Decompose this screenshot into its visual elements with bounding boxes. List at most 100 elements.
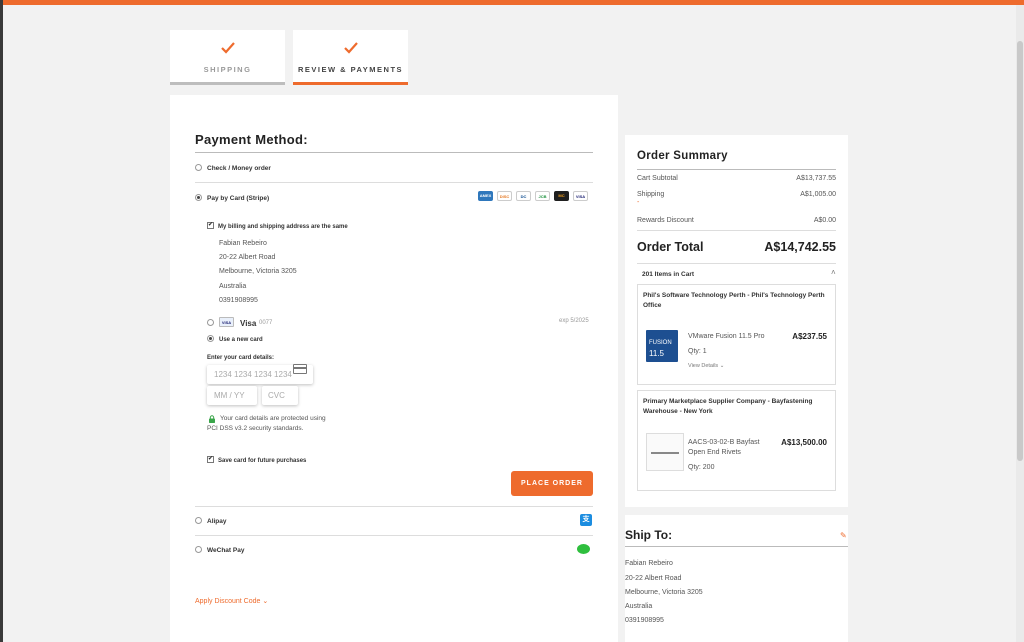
- product-qty: Qty: 1: [688, 348, 707, 355]
- product-name: VMware Fusion 11.5 Pro: [688, 333, 765, 340]
- divider: [637, 263, 836, 264]
- mastercard-icon: MC: [554, 191, 569, 201]
- ship-to-panel: Ship To: ✎ Fabian Rebeiro 20-22 Albert R…: [625, 515, 848, 642]
- billing-same-label[interactable]: My billing and shipping address are the …: [218, 224, 348, 230]
- wechat-icon: [577, 544, 590, 554]
- option-alipay-label[interactable]: Alipay: [207, 518, 227, 525]
- ship-country: Australia: [625, 603, 653, 610]
- radio-alipay[interactable]: [195, 517, 202, 524]
- radio-wechat[interactable]: [195, 546, 202, 553]
- view-details-label: View Details: [688, 363, 719, 369]
- radio-saved-card[interactable]: [207, 319, 214, 326]
- product-name-line2: Open End Rivets: [688, 449, 741, 456]
- secure-note-line2: PCI DSS v3.2 security standards.: [207, 425, 304, 432]
- product-price: A$237.55: [792, 332, 827, 341]
- radio-checkmo[interactable]: [195, 164, 202, 171]
- divider: [637, 230, 836, 231]
- order-summary-panel: Order Summary Cart Subtotal A$13,737.55 S…: [625, 135, 848, 507]
- chevron-up-icon[interactable]: ˄: [831, 268, 836, 277]
- radio-stripe[interactable]: [195, 194, 202, 201]
- save-card-label[interactable]: Save card for future purchases: [218, 458, 306, 464]
- saved-card-last4: 0077: [259, 320, 273, 326]
- card-expiry-input[interactable]: MM / YY: [207, 386, 257, 405]
- billing-phone: 0391908995: [219, 297, 258, 304]
- rivet-icon: [651, 452, 679, 454]
- saved-card-expiry: exp 5/2025: [559, 318, 589, 324]
- ship-city: Melbourne, Victoria 3205: [625, 589, 703, 596]
- edit-pencil-icon[interactable]: ✎: [840, 531, 847, 540]
- step-shipping[interactable]: SHIPPING: [170, 30, 285, 85]
- saved-card-brand[interactable]: Visa: [240, 319, 256, 328]
- order-total-label: Order Total: [637, 240, 704, 254]
- rewards-value: A$0.00: [813, 217, 836, 224]
- subtotal-label: Cart Subtotal: [637, 175, 678, 182]
- subtotal-value: A$13,737.55: [796, 175, 836, 182]
- divider: [195, 182, 593, 183]
- ship-phone: 0391908995: [625, 617, 664, 624]
- subtotal-row: Cart Subtotal A$13,737.55: [637, 175, 836, 182]
- divider: [195, 152, 593, 153]
- view-details-link[interactable]: View Details ⌄: [688, 363, 724, 369]
- new-card-label[interactable]: Use a new card: [219, 337, 263, 343]
- diners-icon: DC: [516, 191, 531, 201]
- option-wechat-label[interactable]: WeChat Pay: [207, 547, 244, 554]
- cvc-placeholder: CVC: [268, 391, 285, 400]
- billing-country: Australia: [219, 283, 247, 290]
- product-image: [646, 433, 684, 471]
- visa-icon: VISA: [573, 191, 588, 201]
- radio-new-card[interactable]: [207, 335, 214, 342]
- vendor-name: Phil's Software Technology Perth - Phil'…: [643, 292, 825, 309]
- payment-method-title: Payment Method:: [195, 132, 308, 147]
- items-in-cart-toggle[interactable]: 201 Items in Cart: [642, 271, 694, 278]
- product-name: AACS-03-02-B Bayfast: [688, 439, 760, 446]
- card-number-placeholder: 1234 1234 1234 1234: [214, 370, 292, 379]
- ship-street: 20-22 Albert Road: [625, 575, 682, 582]
- credit-card-icon: [293, 364, 307, 374]
- apply-discount-link[interactable]: Apply Discount Code ⌄: [195, 597, 268, 605]
- vendor-block: Primary Marketplace Supplier Company - B…: [637, 390, 836, 491]
- product-image-text: FUSION: [649, 340, 672, 346]
- card-cvc-input[interactable]: CVC: [262, 386, 298, 405]
- billing-city: Melbourne, Victoria 3205: [219, 268, 297, 275]
- shipping-label: Shipping: [637, 191, 665, 198]
- place-order-button[interactable]: PLACE ORDER: [511, 471, 593, 496]
- lock-icon: [209, 415, 215, 423]
- step-review-payments[interactable]: REVIEW & PAYMENTS: [293, 30, 408, 85]
- order-total-value: A$14,742.55: [764, 240, 836, 254]
- divider: [195, 506, 593, 507]
- save-card-checkbox[interactable]: [207, 456, 214, 463]
- card-details-label: Enter your card details:: [207, 355, 275, 361]
- top-accent-bar: [0, 0, 1024, 5]
- shipping-method: -: [637, 199, 640, 206]
- rewards-label: Rewards Discount: [637, 217, 694, 224]
- payment-panel: Payment Method: Check / Money order Pay …: [170, 95, 618, 642]
- discover-icon: DISC: [497, 191, 512, 201]
- billing-street: 20-22 Albert Road: [219, 254, 276, 261]
- option-checkmo-label[interactable]: Check / Money order: [207, 165, 271, 172]
- scrollbar-thumb[interactable]: [1017, 41, 1023, 461]
- ship-to-title: Ship To:: [625, 528, 673, 542]
- billing-same-checkbox[interactable]: [207, 222, 214, 229]
- check-icon: [343, 42, 358, 54]
- rewards-row: Rewards Discount A$0.00: [637, 217, 836, 224]
- divider: [195, 535, 593, 536]
- step-label: REVIEW & PAYMENTS: [297, 65, 404, 74]
- card-logos: AMEX DISC DC JCB MC VISA: [478, 191, 588, 201]
- product-qty: Qty: 200: [688, 464, 715, 471]
- divider: [637, 169, 836, 170]
- product-image-version: 11.5: [649, 349, 664, 358]
- apply-discount-label: Apply Discount Code: [195, 598, 261, 605]
- amex-icon: AMEX: [478, 191, 493, 201]
- visa-icon: VISA: [219, 317, 234, 327]
- divider: [625, 546, 848, 547]
- alipay-icon: 支: [580, 514, 592, 526]
- scrollbar[interactable]: [1016, 5, 1024, 642]
- order-summary-title: Order Summary: [637, 150, 728, 162]
- expiry-placeholder: MM / YY: [214, 391, 245, 400]
- check-icon: [220, 42, 235, 54]
- product-image: FUSION 11.5: [646, 330, 678, 362]
- option-stripe-label[interactable]: Pay by Card (Stripe): [207, 195, 269, 202]
- step-label: SHIPPING: [203, 65, 252, 74]
- shipping-row: Shipping A$1,005.00: [637, 191, 836, 198]
- vendor-name: Primary Marketplace Supplier Company - B…: [643, 398, 813, 415]
